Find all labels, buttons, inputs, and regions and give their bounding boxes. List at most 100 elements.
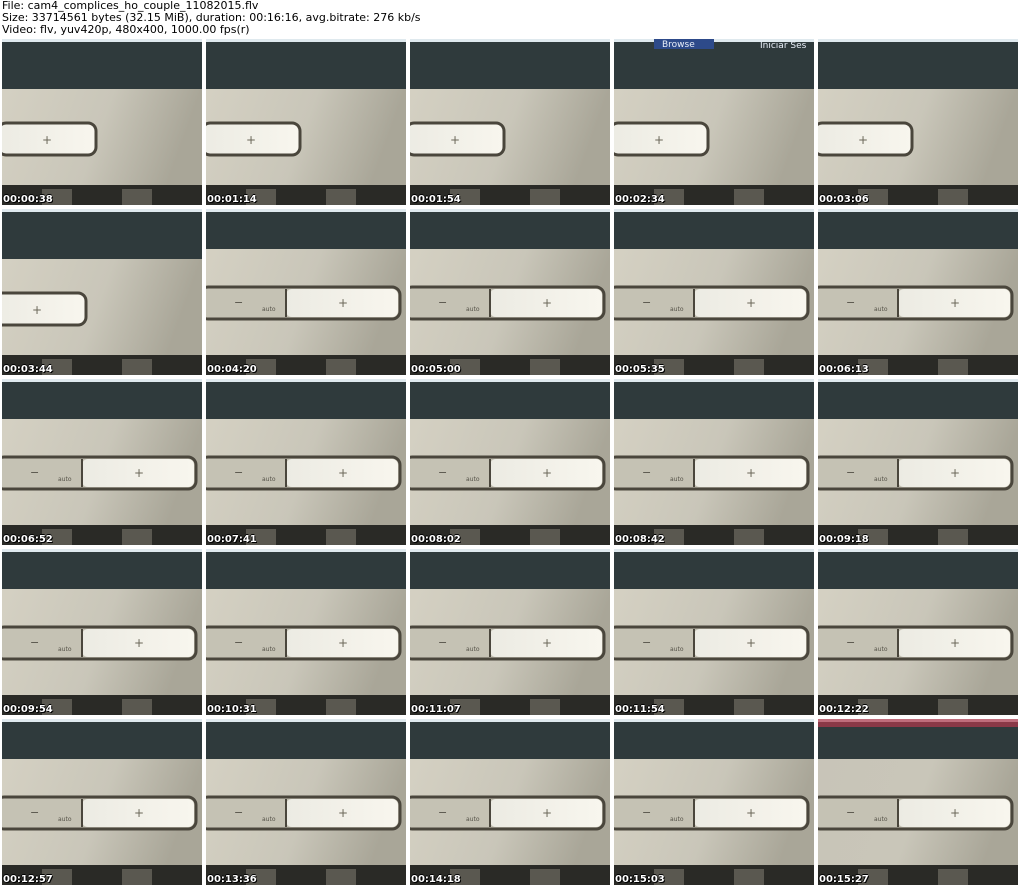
- video-thumbnail: − auto +00:09:18: [818, 379, 1018, 545]
- auto-label: auto: [670, 476, 684, 483]
- video-thumbnail: Browse Iniciar Ses +00:02:34: [614, 39, 814, 205]
- auto-label: auto: [670, 646, 684, 653]
- thumbnail-frame-image: +: [2, 209, 202, 375]
- thumbnail-timestamp: 00:13:36: [207, 874, 257, 885]
- video-thumbnail: − auto +00:08:42: [614, 379, 814, 545]
- thumbnail-timestamp: 00:12:22: [819, 704, 869, 715]
- auto-label: auto: [874, 816, 888, 823]
- auto-label: auto: [670, 306, 684, 313]
- thumbnail-timestamp: 00:10:31: [207, 704, 257, 715]
- plus-glyph: +: [542, 466, 552, 480]
- video-info-line: Video: flv, yuv420p, 480x400, 1000.00 fp…: [2, 23, 250, 36]
- thumbnail-frame-image: − auto +: [206, 549, 406, 715]
- auto-label: auto: [262, 816, 276, 823]
- plus-glyph: +: [746, 296, 756, 310]
- minus-glyph: −: [438, 636, 447, 649]
- thumbnail-timestamp: 00:01:54: [411, 194, 461, 205]
- thumbnail-frame-image: − auto +: [614, 719, 814, 885]
- auto-label: auto: [466, 476, 480, 483]
- plus-glyph: +: [542, 806, 552, 820]
- minus-glyph: −: [438, 466, 447, 479]
- thumbnail-frame-image: +: [206, 39, 406, 205]
- thumbnail-frame-image: − auto +: [410, 719, 610, 885]
- auto-label: auto: [262, 476, 276, 483]
- file-info-header: File: cam4_complices_ho_couple_11082015.…: [2, 0, 1022, 36]
- browse-overlay-text: Browse: [662, 40, 695, 50]
- thumbnail-timestamp: 00:11:07: [411, 704, 461, 715]
- auto-label: auto: [262, 306, 276, 313]
- video-thumbnail: − auto +00:12:57: [2, 719, 202, 885]
- thumbnail-timestamp: 00:14:18: [411, 874, 461, 885]
- thumbnail-frame-image: +: [410, 39, 610, 205]
- plus-glyph: +: [338, 636, 348, 650]
- thumbnail-timestamp: 00:11:54: [615, 704, 665, 715]
- video-thumbnail: − auto +00:11:54: [614, 549, 814, 715]
- plus-glyph: +: [858, 133, 868, 147]
- thumbnail-frame-image: − auto +: [206, 379, 406, 545]
- thumbnail-frame-image: − auto +: [818, 379, 1018, 545]
- thumbnail-frame-image: − auto +: [614, 209, 814, 375]
- video-thumbnail: − auto +00:08:02: [410, 379, 610, 545]
- video-thumbnail: − auto +00:09:54: [2, 549, 202, 715]
- video-thumbnail: +00:03:06: [818, 39, 1018, 205]
- auto-label: auto: [874, 646, 888, 653]
- plus-glyph: +: [246, 133, 256, 147]
- minus-glyph: −: [234, 806, 243, 819]
- thumbnail-timestamp: 00:08:02: [411, 534, 461, 545]
- thumbnail-grid: +00:00:38 +00:01:14 +00:01:54 Browse Iniciar…: [2, 39, 1018, 885]
- thumbnail-frame-image: − auto +: [410, 209, 610, 375]
- thumbnail-timestamp: 00:02:34: [615, 194, 665, 205]
- auto-label: auto: [874, 306, 888, 313]
- thumbnail-frame-image: − auto +: [614, 549, 814, 715]
- video-thumbnail: − auto +00:15:03: [614, 719, 814, 885]
- thumbnail-timestamp: 00:09:54: [3, 704, 53, 715]
- minus-glyph: −: [234, 636, 243, 649]
- auto-label: auto: [874, 476, 888, 483]
- thumbnail-timestamp: 00:05:00: [411, 364, 461, 375]
- minus-glyph: −: [234, 296, 243, 309]
- plus-glyph: +: [950, 296, 960, 310]
- minus-glyph: −: [30, 466, 39, 479]
- minus-glyph: −: [642, 296, 651, 309]
- plus-glyph: +: [746, 466, 756, 480]
- video-thumbnail: − auto +00:15:27: [818, 719, 1018, 885]
- thumbnail-timestamp: 00:08:42: [615, 534, 665, 545]
- minus-glyph: −: [846, 466, 855, 479]
- minus-glyph: −: [234, 466, 243, 479]
- thumbnail-frame-image: − auto +: [818, 719, 1018, 885]
- thumbnail-frame-image: − auto +: [2, 719, 202, 885]
- auto-label: auto: [670, 816, 684, 823]
- minus-glyph: −: [642, 636, 651, 649]
- thumbnail-timestamp: 00:15:27: [819, 874, 869, 885]
- minus-glyph: −: [30, 806, 39, 819]
- plus-glyph: +: [746, 636, 756, 650]
- thumbnail-frame-image: − auto +: [410, 379, 610, 545]
- thumbnail-frame-image: − auto +: [410, 549, 610, 715]
- plus-glyph: +: [654, 133, 664, 147]
- video-thumbnail: − auto +00:05:00: [410, 209, 610, 375]
- thumbnail-timestamp: 00:15:03: [615, 874, 665, 885]
- plus-glyph: +: [338, 296, 348, 310]
- plus-glyph: +: [746, 806, 756, 820]
- auto-label: auto: [466, 306, 480, 313]
- thumbnail-timestamp: 00:06:13: [819, 364, 869, 375]
- auto-label: auto: [466, 646, 480, 653]
- auto-label: auto: [58, 816, 72, 823]
- auto-label: auto: [262, 646, 276, 653]
- plus-glyph: +: [450, 133, 460, 147]
- video-thumbnail: +00:01:14: [206, 39, 406, 205]
- video-thumbnail: +00:01:54: [410, 39, 610, 205]
- thumbnail-frame-image: +: [2, 39, 202, 205]
- plus-glyph: +: [134, 466, 144, 480]
- video-thumbnail: − auto +00:14:18: [410, 719, 610, 885]
- thumbnail-frame-image: − auto +: [2, 549, 202, 715]
- video-thumbnail: − auto +00:07:41: [206, 379, 406, 545]
- plus-glyph: +: [134, 636, 144, 650]
- minus-glyph: −: [642, 806, 651, 819]
- plus-glyph: +: [338, 806, 348, 820]
- thumbnail-timestamp: 00:03:06: [819, 194, 869, 205]
- video-thumbnail: − auto +00:04:20: [206, 209, 406, 375]
- thumbnail-timestamp: 00:01:14: [207, 194, 257, 205]
- thumbnail-frame-image: − auto +: [206, 209, 406, 375]
- minus-glyph: −: [846, 806, 855, 819]
